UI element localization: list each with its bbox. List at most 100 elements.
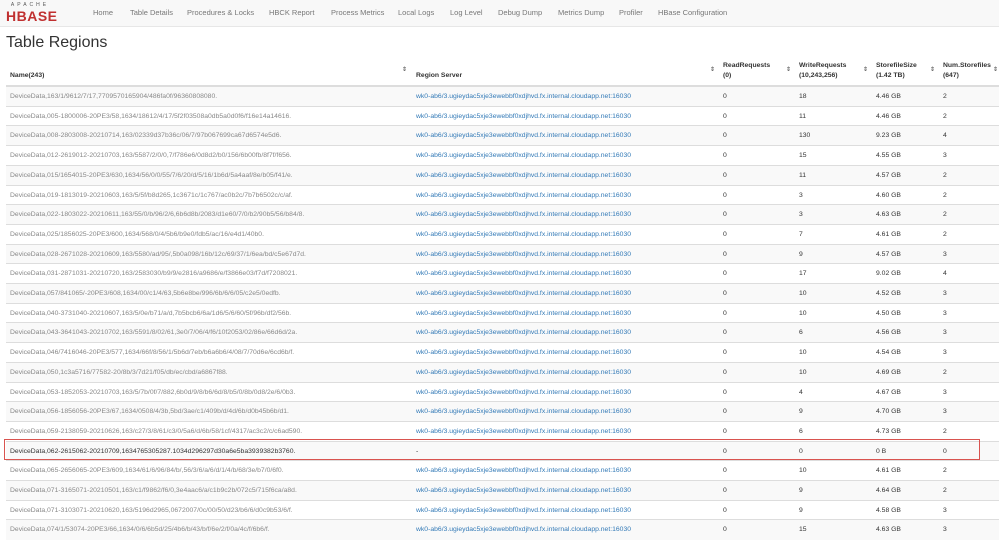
- cell-region-server[interactable]: wk0-ab6/3.ugieydac5xje3ewebbf0xdjhvd.fx.…: [416, 481, 706, 501]
- cell-region-server[interactable]: wk0-ab6/3.ugieydac5xje3ewebbf0xdjhvd.fx.…: [416, 520, 706, 540]
- cell-storefile-size: 4.69 GB: [876, 368, 901, 376]
- cell-region-name: DeviceData,071-3103071-20210620,163/5196…: [10, 506, 293, 514]
- cell-num-storefiles: 3: [943, 152, 947, 160]
- cell-region-server[interactable]: wk0-ab6/3.ugieydac5xje3ewebbf0xdjhvd.fx.…: [416, 126, 706, 146]
- cell-region-name: DeviceData,040-3731040-20210607,163/5/0e…: [10, 309, 292, 317]
- cell-write-requests: 9: [799, 408, 803, 416]
- cell-write-requests: 18: [799, 93, 807, 100]
- cell-region-server[interactable]: wk0-ab6/3.ugieydac5xje3ewebbf0xdjhvd.fx.…: [416, 107, 706, 127]
- table-row: DeviceData,028-2671028-20210609,163/5580…: [6, 243, 999, 265]
- page-title: Table Regions: [6, 34, 108, 51]
- col-header-read-title: ReadRequests: [723, 62, 771, 69]
- cell-region-server[interactable]: wk0-ab6/3.ugieydac5xje3ewebbf0xdjhvd.fx.…: [416, 501, 706, 521]
- col-header-storefile-size[interactable]: StorefileSize (1.42 TB): [876, 61, 917, 81]
- cell-region-name: DeviceData,057/841065/-20PE3/608,1634/00…: [10, 290, 281, 297]
- table-row: DeviceData,056-1856056-20PE3/67,1634/050…: [6, 401, 999, 422]
- cell-write-requests: 9: [799, 250, 803, 258]
- sort-icon[interactable]: ⇕: [786, 66, 791, 73]
- table-row: DeviceData,057/841065/-20PE3/608,1634/00…: [6, 283, 999, 304]
- col-header-size-title: StorefileSize: [876, 62, 917, 69]
- cell-storefile-size: 4.57 GB: [876, 171, 901, 179]
- cell-region-server[interactable]: wk0-ab6/3.ugieydac5xje3ewebbf0xdjhvd.fx.…: [416, 343, 706, 363]
- sort-icon[interactable]: ⇕: [710, 66, 715, 73]
- sort-icon[interactable]: ⇕: [402, 66, 407, 73]
- cell-region-server[interactable]: wk0-ab6/3.ugieydac5xje3ewebbf0xdjhvd.fx.…: [416, 363, 706, 383]
- cell-read-requests: 0: [723, 447, 727, 455]
- cell-region-server[interactable]: wk0-ab6/3.ugieydac5xje3ewebbf0xdjhvd.fx.…: [416, 383, 706, 403]
- cell-region-server[interactable]: wk0-ab6/3.ugieydac5xje3ewebbf0xdjhvd.fx.…: [416, 146, 706, 166]
- cell-region-name: DeviceData,059-2138059-20210626,163/c27/…: [10, 427, 303, 435]
- cell-region-server[interactable]: wk0-ab6/3.ugieydac5xje3ewebbf0xdjhvd.fx.…: [416, 186, 706, 206]
- cell-region-name: DeviceData,053-1852053-20210703,163/5/7b…: [10, 388, 296, 396]
- logo-hbase-text: HBASE: [6, 8, 58, 24]
- cell-region-name: DeviceData,031-2871031-20210720,163/2583…: [10, 270, 298, 278]
- cell-region-server[interactable]: wk0-ab6/3.ugieydac5xje3ewebbf0xdjhvd.fx.…: [416, 461, 706, 481]
- cell-read-requests: 0: [723, 171, 727, 179]
- col-header-region-server[interactable]: Region Server: [416, 71, 462, 81]
- nav-local-logs[interactable]: Local Logs: [398, 0, 434, 26]
- cell-storefile-size: 4.58 GB: [876, 506, 901, 514]
- cell-region-name: DeviceData,043-3641043-20210702,163/5591…: [10, 329, 298, 337]
- col-header-name[interactable]: Name(243): [10, 71, 44, 81]
- sort-icon[interactable]: ⇕: [863, 66, 868, 73]
- nav-metrics-dump[interactable]: Metrics Dump: [558, 0, 604, 26]
- cell-storefile-size: 4.61 GB: [876, 230, 901, 238]
- cell-write-requests: 9: [799, 506, 803, 514]
- cell-region-server[interactable]: wk0-ab6/3.ugieydac5xje3ewebbf0xdjhvd.fx.…: [416, 264, 706, 284]
- cell-read-requests: 0: [723, 467, 727, 475]
- cell-region-server[interactable]: wk0-ab6/3.ugieydac5xje3ewebbf0xdjhvd.fx.…: [416, 166, 706, 186]
- cell-storefile-size: 4.67 GB: [876, 388, 901, 396]
- nav-home[interactable]: Home: [93, 0, 113, 26]
- cell-read-requests: 0: [723, 230, 727, 238]
- cell-storefile-size: 4.70 GB: [876, 408, 901, 416]
- cell-write-requests: 11: [799, 171, 807, 179]
- col-header-read-requests[interactable]: ReadRequests (0): [723, 61, 770, 81]
- col-header-write-requests[interactable]: WriteRequests (10,243,256): [799, 61, 846, 81]
- cell-write-requests: 10: [799, 467, 807, 475]
- cell-region-server[interactable]: wk0-ab6/3.ugieydac5xje3ewebbf0xdjhvd.fx.…: [416, 422, 706, 442]
- nav-procedures-locks[interactable]: Procedures & Locks: [187, 0, 254, 26]
- cell-storefile-size: 4.57 GB: [876, 250, 901, 258]
- cell-region-server: -: [416, 447, 419, 455]
- cell-write-requests: 0: [799, 447, 803, 455]
- cell-storefile-size: 9.23 GB: [876, 132, 901, 140]
- cell-read-requests: 0: [723, 112, 727, 120]
- nav-hbck-report[interactable]: HBCK Report: [269, 0, 314, 26]
- nav-debug-dump[interactable]: Debug Dump: [498, 0, 542, 26]
- nav-hbase-configuration[interactable]: HBase Configuration: [658, 0, 727, 26]
- col-header-write-title: WriteRequests: [799, 62, 847, 69]
- cell-region-server[interactable]: wk0-ab6/3.ugieydac5xje3ewebbf0xdjhvd.fx.…: [416, 284, 706, 304]
- cell-region-server[interactable]: wk0-ab6/3.ugieydac5xje3ewebbf0xdjhvd.fx.…: [416, 205, 706, 225]
- cell-num-storefiles: 2: [943, 211, 947, 219]
- cell-read-requests: 0: [723, 408, 727, 416]
- col-header-write-total: (10,243,256): [799, 72, 838, 79]
- table-row: DeviceData,050,1c3a5716/77582-20/8b/3/7d…: [6, 361, 999, 383]
- nav-process-metrics[interactable]: Process Metrics: [331, 0, 384, 26]
- cell-num-storefiles: 3: [943, 408, 947, 416]
- cell-region-server[interactable]: wk0-ab6/3.ugieydac5xje3ewebbf0xdjhvd.fx.…: [416, 225, 706, 245]
- cell-region-server[interactable]: wk0-ab6/3.ugieydac5xje3ewebbf0xdjhvd.fx.…: [416, 87, 706, 107]
- hbase-logo[interactable]: APACHE HBASE: [6, 2, 58, 24]
- cell-num-storefiles: 3: [943, 526, 947, 534]
- nav-profiler[interactable]: Profiler: [619, 0, 643, 26]
- table-row: DeviceData,046/7416046-20PE3/577,1634/66…: [6, 342, 999, 363]
- table-row: DeviceData,065-2656065-20PE3/609,1634/61…: [6, 460, 999, 481]
- cell-region-server[interactable]: wk0-ab6/3.ugieydac5xje3ewebbf0xdjhvd.fx.…: [416, 323, 706, 343]
- cell-region-server[interactable]: wk0-ab6/3.ugieydac5xje3ewebbf0xdjhvd.fx.…: [416, 245, 706, 265]
- cell-read-requests: 0: [723, 506, 727, 514]
- cell-region-server[interactable]: wk0-ab6/3.ugieydac5xje3ewebbf0xdjhvd.fx.…: [416, 402, 706, 422]
- col-header-num-storefiles[interactable]: Num.Storefiles (647): [943, 61, 991, 81]
- cell-read-requests: 0: [723, 290, 727, 297]
- cell-region-name: DeviceData,071-3165071-20210501,163/c1/f…: [10, 487, 297, 494]
- cell-region-name: DeviceData,056-1856056-20PE3/67,1634/050…: [10, 408, 289, 416]
- sort-icon[interactable]: ⇕: [993, 66, 998, 73]
- sort-icon[interactable]: ⇕: [930, 66, 935, 73]
- nav-table-details[interactable]: Table Details: [130, 0, 173, 26]
- cell-storefile-size: 4.55 GB: [876, 152, 901, 160]
- cell-read-requests: 0: [723, 349, 727, 357]
- nav-log-level[interactable]: Log Level: [450, 0, 483, 26]
- cell-read-requests: 0: [723, 152, 727, 160]
- cell-region-server[interactable]: wk0-ab6/3.ugieydac5xje3ewebbf0xdjhvd.fx.…: [416, 304, 706, 324]
- col-header-size-total: (1.42 TB): [876, 72, 905, 79]
- table-row: DeviceData,008-2803008-20210714,163/0233…: [6, 125, 999, 147]
